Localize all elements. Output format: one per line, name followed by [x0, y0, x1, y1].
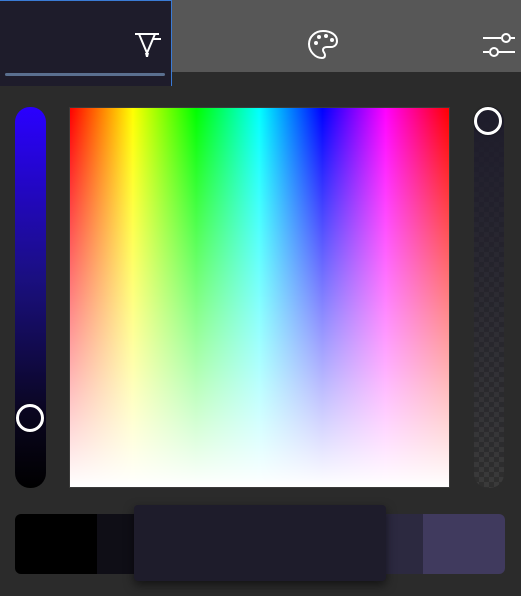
alpha-slider-thumb[interactable] [474, 107, 502, 135]
color-swatch[interactable] [423, 514, 505, 574]
palette-icon [306, 28, 340, 62]
brightness-slider[interactable] [15, 107, 46, 488]
sliders-icon [481, 28, 515, 62]
tab-settings[interactable] [347, 0, 521, 72]
color-picker-icon [131, 27, 165, 61]
color-swatch[interactable] [15, 514, 97, 574]
brightness-slider-thumb[interactable] [16, 403, 44, 432]
current-color-preview [134, 505, 386, 581]
tab-palette[interactable] [172, 0, 347, 72]
alpha-slider[interactable] [474, 107, 504, 488]
tab-color-picker[interactable] [0, 0, 172, 86]
color-spectrum[interactable] [69, 107, 450, 488]
active-tab-indicator [5, 73, 165, 76]
tab-bar [0, 0, 521, 86]
color-picker-panel [0, 0, 521, 596]
